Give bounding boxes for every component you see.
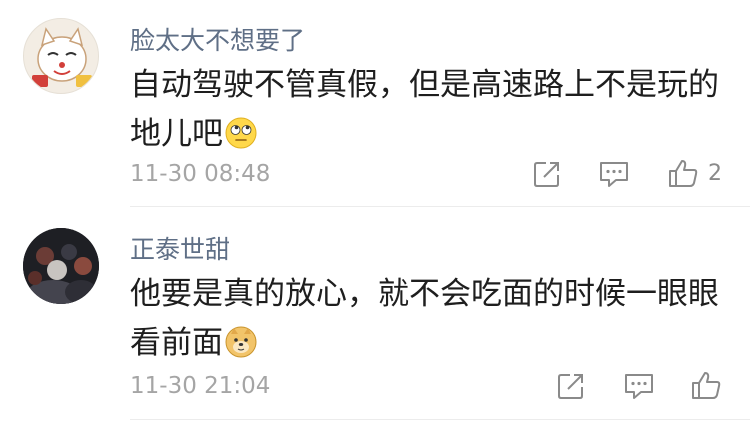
- like-icon[interactable]: [690, 369, 722, 401]
- reply-icon[interactable]: [623, 371, 655, 401]
- divider: [130, 419, 750, 420]
- doge-emoji-icon: [225, 326, 257, 358]
- timestamp: 11-30 21:04: [130, 373, 271, 399]
- username[interactable]: 正泰世甜: [130, 230, 230, 266]
- share-icon[interactable]: [556, 371, 586, 401]
- comment-text: 他要是真的放心，就不会吃面的时候一眼眼看前面: [130, 270, 720, 368]
- comment-item: 正泰世甜 他要是真的放心，就不会吃面的时候一眼眼看前面 11-30 21:04: [0, 0, 750, 420]
- comment-text-content: 他要是真的放心，就不会吃面的时候一眼眼看前面: [130, 276, 719, 361]
- avatar[interactable]: [23, 228, 99, 304]
